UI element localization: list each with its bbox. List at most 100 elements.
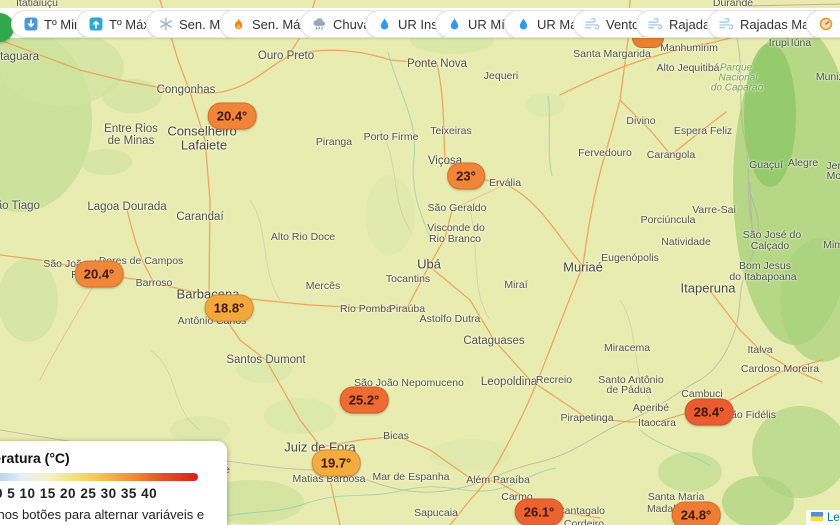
legend-panel: Temperatura (°C) 0 5 10 15 20 25 30 35 4… [0, 441, 227, 525]
map-label: Natividade [661, 236, 711, 248]
map-label: Miracema [603, 342, 651, 354]
map-label: Ubá [417, 256, 441, 272]
weather-map-app: Itatiaiuçu Durandé Itaguara Ouro Preto Congo… [0, 0, 840, 525]
droplet-icon [447, 17, 462, 31]
wind-icon [719, 17, 734, 31]
map-label: Entre Rios [104, 123, 158, 135]
temp-min-icon [23, 17, 38, 31]
legend-instructions: Clique nos botões para alternar variávei… [0, 507, 205, 525]
map-label: Guaçuí [749, 159, 783, 171]
map-label: Itaocara [638, 417, 676, 429]
map-label: Mercês [305, 280, 341, 292]
map-label: Divino [626, 115, 656, 127]
map-label: Ponte Nova [406, 58, 468, 70]
map-label: Manhumirim [660, 42, 718, 54]
map-label: Cantagalo [557, 505, 605, 517]
temperature-badge[interactable]: 28.4° [684, 398, 734, 426]
map-label: Espera Feliz [673, 125, 733, 137]
map-label: Itaperuna [680, 280, 736, 296]
map-label: Lafaiete [180, 137, 228, 153]
map-label: Italva [747, 344, 773, 356]
flame-icon [231, 17, 246, 31]
map-label: Lagoa Dourada [87, 201, 167, 213]
map-label: Bicas [383, 430, 409, 442]
map-label: Fervedouro [578, 147, 632, 159]
map-label: Alegre [787, 157, 819, 169]
wind-icon [648, 17, 663, 31]
toolbar-button-label: Vento [606, 16, 640, 32]
map-label: São Geraldo [427, 202, 487, 214]
map-label: Rio Pomba [340, 303, 392, 315]
gauge-icon [818, 17, 833, 31]
map-label: do Itabapoana [729, 271, 797, 283]
map-label: Ervália [488, 177, 522, 189]
map-label: Alto Rio Doce [270, 231, 336, 243]
wind-icon [585, 17, 600, 31]
map-label: Rio Branco [429, 233, 481, 245]
map-label: Santos Dumont [226, 354, 306, 366]
map-label: Leopoldina [480, 376, 538, 388]
temperature-badge[interactable]: 23° [447, 162, 485, 190]
temperature-badge[interactable]: 25.2° [339, 386, 389, 414]
map-label: Irupi [768, 37, 790, 49]
legend-gradient-bar [0, 473, 198, 481]
map-label: Astolfo Dutra [419, 313, 481, 325]
map-label: Piranga [315, 136, 353, 148]
temperature-badge[interactable]: 20.4° [74, 260, 124, 288]
map-label: Porciúncula [640, 214, 696, 226]
map-label: Cordeiro [563, 518, 605, 525]
map-label: Aperibé [632, 402, 670, 414]
map-label: Porto Firme [363, 131, 419, 143]
legend-tick-labels: 0 5 10 15 20 25 30 35 40 [0, 486, 158, 501]
map-label: Jequeri [483, 70, 519, 82]
snowflake-icon [158, 17, 173, 31]
map-label: Sapucaia [414, 507, 458, 519]
toolbar-button-label: Sen. Máx [252, 16, 307, 32]
map-label: Tocantins [385, 273, 431, 285]
map-label: Itaguara [0, 51, 40, 63]
legend-title: Temperatura (°C) [0, 450, 70, 466]
map-label: São Tiago [0, 200, 40, 212]
map-attribution: Leaflet [806, 510, 840, 525]
map-label: Iúna [790, 37, 812, 49]
map-label: Cataguases [463, 335, 525, 347]
map-label: Calçado [750, 240, 790, 252]
map-label: Barroso [135, 277, 173, 289]
temperature-badge[interactable]: 18.8° [204, 294, 254, 322]
map-label: de Pádua [606, 384, 652, 396]
temperature-badge[interactable]: 20.4° [207, 102, 257, 130]
map-label: Alto Jequitibá [656, 62, 720, 74]
toolbar-button-press-o[interactable]: Pressão [806, 10, 840, 38]
map-label: Muniz Freire [815, 71, 840, 83]
map-label: Muriaé [563, 259, 603, 275]
map-label: Santa Margarida [573, 48, 651, 60]
map-label: Ouro Preto [257, 50, 315, 62]
temperature-badge[interactable]: 24.8° [671, 501, 721, 525]
map-label: Além Paraíba [466, 474, 530, 486]
map-label: Mimoso do Sul [823, 239, 840, 251]
temperature-badge[interactable]: 26.1° [514, 498, 564, 525]
toolbar-button-label: Tº Máx [109, 16, 150, 32]
map-label: de Minas [107, 135, 155, 147]
map-label: Pirapetinga [560, 412, 614, 424]
temp-max-icon [88, 17, 103, 31]
map-label: Monteiro [826, 170, 840, 182]
temperature-badge[interactable] [632, 38, 664, 48]
temperature-badge[interactable]: 19.7° [311, 449, 361, 477]
ukraine-flag-icon [811, 512, 823, 524]
toolbar-button-label: Rajadas Max [740, 16, 816, 32]
map-label: Mar de Espanha [372, 471, 450, 483]
leaflet-attribution-link[interactable]: Leaflet [827, 512, 840, 524]
map-label: Recreio [535, 374, 573, 386]
map-label: Cardoso Moreira [740, 363, 820, 375]
droplet-icon [377, 17, 392, 31]
map-label: Carangola [646, 149, 696, 161]
droplet-icon [516, 17, 531, 31]
map-label: Miraí [504, 279, 528, 291]
rain-cloud-icon [312, 17, 327, 31]
map-label: Eugenópolis [601, 252, 659, 264]
map-label: Varre-Sai [692, 204, 736, 216]
map-label: Teixeiras [430, 125, 472, 137]
map-label: do Caparaó [710, 82, 764, 94]
map-label: Carandaí [176, 211, 224, 223]
